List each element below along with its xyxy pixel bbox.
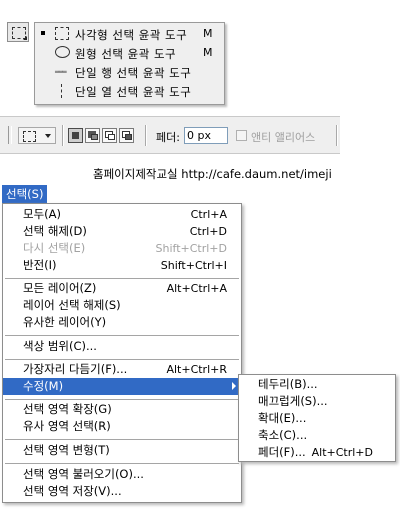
divider <box>62 125 64 146</box>
menu-item-shortcut: Ctrl+D <box>189 225 227 238</box>
flyout-item-single-row-marquee[interactable]: ═══ 단일 행 선택 윤곽 도구 <box>35 63 224 81</box>
single-column-marquee-icon <box>61 84 64 98</box>
flyout-item-label: 단일 행 선택 윤곽 도구 <box>75 66 192 80</box>
menu-item-transform-selection[interactable]: 선택 영역 변형(T) <box>3 442 241 459</box>
menu-item-label: 레이어 선택 해제(S) <box>23 298 121 312</box>
menu-item-label: 수정(M) <box>23 379 64 393</box>
flyout-item-rect-marquee[interactable]: 사각형 선택 윤곽 도구 M <box>35 25 224 43</box>
flyout-corner-icon <box>23 36 27 40</box>
divider <box>336 125 338 146</box>
tool-preset-picker[interactable] <box>18 127 56 144</box>
menu-item-label: 반전(I) <box>23 258 57 272</box>
flyout-item-label: 사각형 선택 윤곽 도구 <box>75 28 188 42</box>
menu-separator <box>5 335 239 336</box>
anti-alias-label: 앤티 앨리어스 <box>251 131 316 144</box>
menu-item-label: 선택 영역 저장(V)... <box>23 484 122 498</box>
menu-item-all-layers[interactable]: 모든 레이어(Z) Alt+Ctrl+A <box>3 280 241 297</box>
submenu-item-label: 매끄럽게(S)... <box>258 394 328 408</box>
menu-item-label: 선택 해제(D) <box>23 224 87 238</box>
feather-input[interactable] <box>184 127 228 144</box>
menu-item-deselect-layers[interactable]: 레이어 선택 해제(S) <box>3 297 241 314</box>
divider <box>145 125 147 146</box>
submenu-item-expand[interactable]: 확대(E)... <box>239 410 395 427</box>
intersect-selection-button[interactable] <box>119 128 134 143</box>
menu-separator <box>5 278 239 279</box>
menu-item-modify[interactable]: 수정(M) <box>3 378 241 395</box>
menu-item-label: 선택 영역 변형(T) <box>23 443 110 457</box>
marquee-tool-flyout: 사각형 선택 윤곽 도구 M 원형 선택 윤곽 도구 M ═══ 단일 행 선택… <box>34 22 225 105</box>
modify-submenu: 테두리(B)... 매끄럽게(S)... 확대(E)... 축소(C)... 페… <box>238 374 396 462</box>
intersect-selection-overlap-icon <box>125 134 132 140</box>
feather-label: 페더: <box>156 131 180 144</box>
flyout-item-shortcut: M <box>203 27 213 40</box>
menu-item-label: 모두(A) <box>23 207 61 221</box>
flyout-item-elliptical-marquee[interactable]: 원형 선택 윤곽 도구 M <box>35 44 224 62</box>
menu-item-label: 유사한 레이어(Y) <box>23 315 107 329</box>
menu-item-grow[interactable]: 선택 영역 확장(G) <box>3 401 241 418</box>
menu-item-shortcut: Shift+Ctrl+D <box>155 242 227 255</box>
submenu-item-label: 축소(C)... <box>258 428 308 442</box>
selected-bullet-icon <box>41 31 45 35</box>
menu-item-similar-layers[interactable]: 유사한 레이어(Y) <box>3 314 241 331</box>
menu-item-shortcut: Alt+Ctrl+R <box>166 363 227 376</box>
menu-item-label: 색상 범위(C)... <box>23 339 97 353</box>
submenu-item-feather[interactable]: 페더(F)... Alt+Ctrl+D <box>239 444 395 461</box>
menu-item-label: 모든 레이어(Z) <box>23 281 97 295</box>
menu-item-label: 다시 선택(E) <box>23 241 86 255</box>
menu-item-all[interactable]: 모두(A) Ctrl+A <box>3 206 241 223</box>
menu-item-label: 가장자리 다듬기(F)... <box>23 362 128 376</box>
menu-item-shortcut: Shift+Ctrl+I <box>160 259 227 272</box>
flyout-item-single-column-marquee[interactable]: 단일 열 선택 윤곽 도구 <box>35 82 224 100</box>
options-bar: 페더: 앤티 앨리어스 <box>0 116 340 154</box>
new-selection-icon <box>72 132 79 139</box>
menu-separator <box>5 399 239 400</box>
marquee-tool-button[interactable] <box>7 22 29 42</box>
new-selection-button[interactable] <box>68 128 83 143</box>
caption-text: 홈페이지제작교실 http://cafe.daum.net/imeji <box>93 167 332 181</box>
submenu-item-contract[interactable]: 축소(C)... <box>239 427 395 444</box>
menu-separator <box>5 359 239 360</box>
submenu-item-label: 페더(F)... <box>258 445 306 459</box>
menu-item-save-selection[interactable]: 선택 영역 저장(V)... <box>3 483 241 500</box>
menu-item-label: 선택 영역 불러오기(O)... <box>23 467 144 481</box>
flyout-item-label: 단일 열 선택 윤곽 도구 <box>75 85 192 99</box>
submenu-item-smooth[interactable]: 매끄럽게(S)... <box>239 393 395 410</box>
menu-item-refine-edge[interactable]: 가장자리 다듬기(F)... Alt+Ctrl+R <box>3 361 241 378</box>
menu-item-shortcut: Ctrl+A <box>190 208 227 221</box>
menu-item-similar[interactable]: 유사 영역 선택(R) <box>3 418 241 435</box>
submenu-item-shortcut: Alt+Ctrl+D <box>311 446 373 459</box>
subtract-from-selection-button[interactable] <box>102 128 117 143</box>
single-row-marquee-icon: ═══ <box>55 68 67 76</box>
submenu-item-label: 테두리(B)... <box>258 377 318 391</box>
menu-item-shortcut: Alt+Ctrl+A <box>166 282 227 295</box>
menu-item-label: 선택 영역 확장(G) <box>23 402 112 416</box>
chevron-down-icon <box>45 134 51 138</box>
menu-separator <box>5 439 239 440</box>
menu-item-label: 유사 영역 선택(R) <box>23 419 111 433</box>
menu-item-color-range[interactable]: 색상 범위(C)... <box>3 338 241 355</box>
add-to-selection-button[interactable] <box>85 128 100 143</box>
elliptical-marquee-icon <box>55 46 70 58</box>
toolbar-grip[interactable] <box>8 126 12 144</box>
menu-item-inverse[interactable]: 반전(I) Shift+Ctrl+I <box>3 257 241 274</box>
flyout-item-shortcut: M <box>203 46 213 59</box>
submenu-arrow-icon <box>232 382 236 390</box>
submenu-item-label: 확대(E)... <box>258 411 307 425</box>
subtract-selection-overlap-icon <box>108 134 115 140</box>
submenu-item-border[interactable]: 테두리(B)... <box>239 376 395 393</box>
menu-select-title[interactable]: 선택(S) <box>2 185 48 203</box>
flyout-item-label: 원형 선택 윤곽 도구 <box>75 47 177 61</box>
menu-separator <box>5 463 239 464</box>
menu-item-reselect: 다시 선택(E) Shift+Ctrl+D <box>3 240 241 257</box>
menu-item-load-selection[interactable]: 선택 영역 불러오기(O)... <box>3 466 241 483</box>
rect-marquee-icon <box>55 27 69 40</box>
select-menu: 모두(A) Ctrl+A 선택 해제(D) Ctrl+D 다시 선택(E) Sh… <box>2 203 242 503</box>
rect-marquee-icon <box>23 131 36 142</box>
add-selection-overlap-icon <box>91 134 98 140</box>
anti-alias-checkbox[interactable] <box>236 130 247 141</box>
menu-item-deselect[interactable]: 선택 해제(D) Ctrl+D <box>3 223 241 240</box>
